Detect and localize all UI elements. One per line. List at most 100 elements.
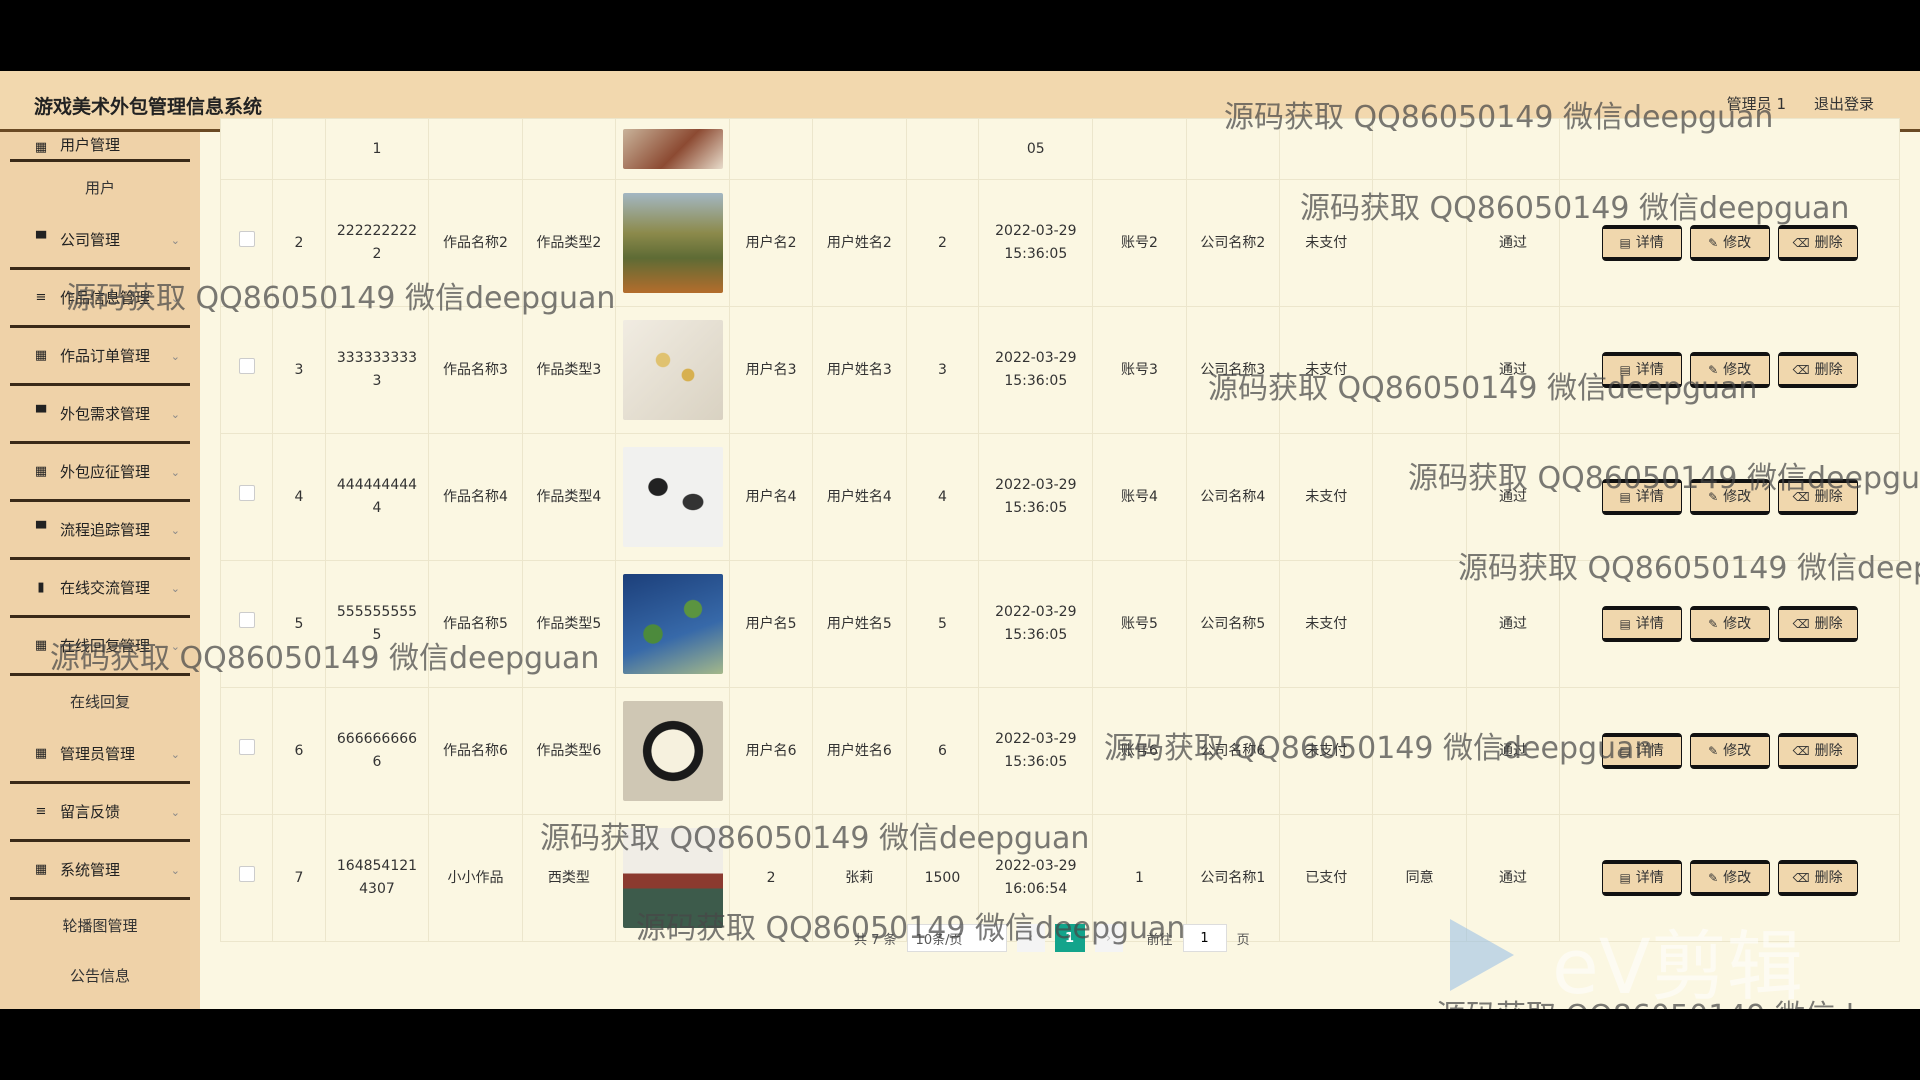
order-code-cell: 1648541214307 [324, 814, 430, 942]
work-type-cell [521, 118, 617, 180]
order-code-cell: 1 [324, 118, 430, 180]
page-size-select[interactable]: 10条/页 ⌄ [906, 924, 1007, 952]
row-checkbox[interactable] [238, 866, 255, 882]
company-name-cell [1185, 118, 1281, 180]
delete-button[interactable]: ⌫ 删除 [1777, 860, 1858, 896]
delete-button[interactable]: ⌫ 删除 [1777, 225, 1858, 261]
row-index-cell [272, 118, 326, 180]
framed-flower-thumbnail[interactable] [622, 701, 723, 801]
order-time-cell: 2022-03-29 15:36:05 [978, 560, 1094, 688]
chevron-left-icon: ‹ [1027, 930, 1034, 946]
row-checkbox[interactable] [238, 485, 255, 501]
detail-button-label: 详情 [1635, 742, 1664, 759]
order-time: 2022-03-29 15:36:05 [995, 604, 1077, 643]
trash-icon: ⌫ [1792, 362, 1810, 377]
sidebar-menu-item[interactable]: ▦ 外包应征管理 ⌄ [10, 444, 190, 502]
landscape-thumbnail[interactable] [622, 193, 723, 293]
sidebar-menu-item[interactable]: ▦ 管理员管理 ⌄ [10, 726, 190, 784]
username: 用户名2 [745, 234, 797, 251]
chevron-down-icon: ⌄ [986, 930, 998, 946]
page-number-current[interactable]: 1 [1054, 924, 1085, 952]
detail-button[interactable]: ▤ 详情 [1601, 225, 1682, 261]
edit-button[interactable]: ✎ 修改 [1689, 225, 1770, 261]
table-row: 6 6666666666 作品名称6 作品类型6 用户名6 用户姓名6 6 2022-03-2… [219, 687, 1900, 815]
account: 账号3 [1121, 361, 1158, 378]
prev-page-button[interactable]: ‹ [1016, 924, 1045, 952]
sidebar-menu-item[interactable]: ▀ 外包需求管理 ⌄ [10, 386, 190, 444]
table-row: 2 2222222222 作品名称2 作品类型2 用户名2 用户姓名2 2 2022-03-2… [219, 179, 1900, 307]
detail-button[interactable]: ▤ 详情 [1601, 479, 1682, 515]
water-lilies-thumbnail[interactable] [622, 574, 723, 674]
sidebar-menu-item[interactable]: ▦ 在线回复管理 ⌄ [10, 618, 190, 676]
sidebar-menu-item[interactable]: ≡ 作品信息管理 ⌄ [10, 270, 190, 328]
sidebar-menu-item[interactable]: ▦ 系统管理 ⌄ [10, 842, 190, 900]
flower-thumbnail[interactable] [622, 320, 723, 420]
list-icon: ≡ [35, 290, 47, 305]
chevron-down-icon: ⌄ [170, 864, 180, 877]
thumbnail-cell [615, 687, 730, 815]
thumbnail-cell [615, 118, 730, 180]
cranes-thumbnail[interactable] [622, 447, 723, 547]
detail-button-label: 详情 [1635, 234, 1664, 251]
delete-button-label: 删除 [1814, 869, 1843, 886]
detail-button[interactable]: ▤ 详情 [1601, 733, 1682, 769]
delete-button[interactable]: ⌫ 删除 [1777, 479, 1858, 515]
jiangnan-poster-thumbnail[interactable] [622, 828, 723, 928]
quantity: 1500 [924, 869, 961, 886]
next-page-button[interactable]: › [1094, 924, 1123, 952]
delete-button[interactable]: ⌫ 删除 [1777, 606, 1858, 642]
submenu-item[interactable]: 轮播图管理 [0, 900, 200, 950]
row-actions: ▤ 详情 ✎ 修改 ⌫ 删除 [1560, 606, 1899, 642]
select-cell [219, 814, 274, 942]
order-time-cell: 2022-03-29 15:36:05 [978, 433, 1094, 561]
detail-button[interactable]: ▤ 详情 [1601, 860, 1682, 896]
artwork-thumbnail[interactable] [622, 129, 723, 169]
trash-icon: ⌫ [1792, 489, 1810, 504]
edit-button[interactable]: ✎ 修改 [1689, 860, 1770, 896]
audit-status-cell: 通过 [1465, 179, 1561, 307]
order-time-cell: 2022-03-29 15:36:05 [978, 687, 1094, 815]
table-row: 5 5555555555 作品名称5 作品类型5 用户名5 用户姓名5 5 2022-03-2… [219, 560, 1900, 688]
edit-button-label: 修改 [1723, 234, 1752, 251]
account: 1 [1135, 869, 1144, 886]
company-name-cell: 公司名称4 [1185, 433, 1281, 561]
detail-button[interactable]: ▤ 详情 [1601, 606, 1682, 642]
work-name: 作品名称6 [443, 742, 508, 759]
sidebar-menu-item[interactable]: ≡ 留言反馈 ⌄ [10, 784, 190, 842]
company-name: 公司名称2 [1200, 234, 1266, 251]
user-realname-cell [812, 118, 907, 180]
audit-status-cell [1465, 118, 1561, 180]
thumbnail-cell [615, 814, 730, 942]
sidebar-menu-item[interactable]: ▦ 作品订单管理 ⌄ [10, 328, 190, 386]
chevron-down-icon: ⌄ [170, 234, 180, 247]
row-actions: ▤ 详情 ✎ 修改 ⌫ 删除 [1560, 479, 1899, 515]
delete-button[interactable]: ⌫ 删除 [1777, 352, 1858, 388]
row-checkbox[interactable] [238, 358, 255, 374]
goto-page-input[interactable] [1182, 924, 1227, 952]
edit-button[interactable]: ✎ 修改 [1689, 479, 1770, 515]
submenu-item[interactable]: 用户 [0, 162, 200, 212]
delete-button[interactable]: ⌫ 删除 [1777, 733, 1858, 769]
row-checkbox[interactable] [238, 612, 255, 628]
chevron-right-icon: › [1105, 930, 1112, 946]
username-cell: 用户名3 [728, 306, 814, 434]
work-type: 作品类型2 [536, 234, 602, 251]
row-checkbox[interactable] [238, 739, 255, 755]
order-time-cell: 2022-03-29 16:06:54 [978, 814, 1094, 942]
row-checkbox[interactable] [238, 231, 255, 247]
edit-button[interactable]: ✎ 修改 [1689, 352, 1770, 388]
submenu-item[interactable]: 公告信息 [0, 950, 200, 1000]
sidebar-menu-item[interactable]: ▦ 用户管理 [10, 132, 190, 162]
pay-status-cell: 未支付 [1279, 687, 1374, 815]
sidebar-menu-item[interactable]: ▮ 在线交流管理 ⌄ [10, 560, 190, 618]
sidebar-menu-item[interactable]: ▀ 公司管理 ⌄ [10, 212, 190, 270]
edit-button[interactable]: ✎ 修改 [1689, 733, 1770, 769]
logout-link[interactable]: 退出登录 [1814, 93, 1874, 114]
table-row: 4 4444444444 作品名称4 作品类型4 用户名4 用户姓名4 4 2022-03-2… [219, 433, 1900, 561]
row-index: 7 [294, 869, 304, 886]
current-user[interactable]: 管理员 1 [1727, 93, 1786, 114]
edit-button[interactable]: ✎ 修改 [1689, 606, 1770, 642]
detail-button[interactable]: ▤ 详情 [1601, 352, 1682, 388]
sidebar-menu-item[interactable]: ▀ 流程追踪管理 ⌄ [10, 502, 190, 560]
submenu-item[interactable]: 在线回复 [0, 676, 200, 726]
